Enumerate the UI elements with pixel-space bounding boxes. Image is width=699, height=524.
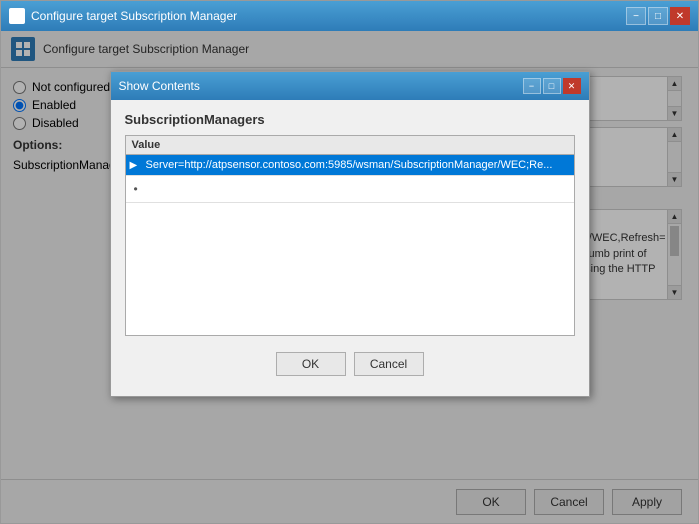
show-contents-dialog: Show Contents − □ ✕ SubscriptionManagers… (110, 71, 590, 397)
dialog-title: Show Contents (119, 79, 200, 93)
dialog-controls: − □ ✕ (523, 78, 581, 94)
close-button[interactable]: ✕ (670, 7, 690, 25)
dialog-footer: OK Cancel (125, 348, 575, 384)
main-content: Configure target Subscription Manager No… (1, 31, 698, 523)
table-body: ▶ Server=http://atpsensor.contoso.com:59… (126, 155, 574, 335)
dialog-ok-button[interactable]: OK (276, 352, 346, 376)
table-row[interactable]: ▶ Server=http://atpsensor.contoso.com:59… (126, 155, 574, 176)
minimize-button[interactable]: − (626, 7, 646, 25)
table-header: Value (126, 136, 574, 155)
dialog-maximize-button[interactable]: □ (543, 78, 561, 94)
title-bar-left: Configure target Subscription Manager (9, 8, 237, 24)
dialog-close-button[interactable]: ✕ (563, 78, 581, 94)
window-controls: − □ ✕ (626, 7, 690, 25)
title-bar: Configure target Subscription Manager − … (1, 1, 698, 31)
modal-overlay: Show Contents − □ ✕ SubscriptionManagers… (1, 31, 698, 523)
dialog-title-bar: Show Contents − □ ✕ (111, 72, 589, 100)
dialog-cancel-button[interactable]: Cancel (354, 352, 424, 376)
maximize-button[interactable]: □ (648, 7, 668, 25)
dialog-section-title: SubscriptionManagers (125, 112, 575, 127)
window-title: Configure target Subscription Manager (31, 9, 237, 23)
table-container: Value ▶ Server=http://atpsensor.contoso.… (125, 135, 575, 336)
row-value-1: Server=http://atpsensor.contoso.com:5985… (142, 155, 574, 175)
main-window: Configure target Subscription Manager − … (0, 0, 699, 524)
app-icon (9, 8, 25, 24)
row-value-2 (146, 185, 570, 193)
dialog-minimize-button[interactable]: − (523, 78, 541, 94)
row-arrow-icon: ▶ (126, 158, 142, 173)
bullet-icon: • (130, 180, 146, 198)
table-empty-row[interactable]: • (126, 176, 574, 203)
dialog-body: SubscriptionManagers Value ▶ Server=http… (111, 100, 589, 396)
